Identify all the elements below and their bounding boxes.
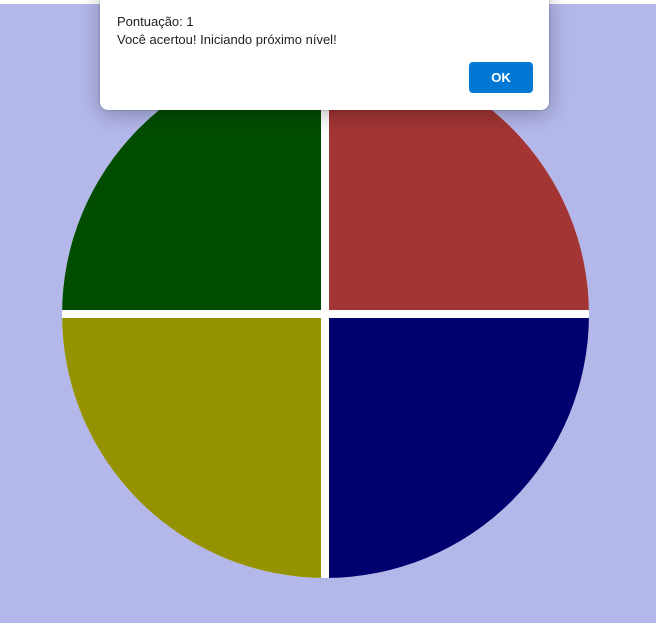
- score-text: Pontuação: 1: [117, 14, 194, 29]
- blue-quadrant[interactable]: [329, 318, 589, 578]
- alert-message: Pontuação: 1 Você acertou! Iniciando pró…: [117, 13, 337, 49]
- yellow-quadrant[interactable]: [62, 318, 321, 578]
- alert-dialog: Pontuação: 1 Você acertou! Iniciando pró…: [100, 0, 549, 110]
- ok-button[interactable]: OK: [469, 62, 533, 93]
- color-board: [62, 51, 589, 578]
- success-message: Você acertou! Iniciando próximo nível!: [117, 32, 337, 47]
